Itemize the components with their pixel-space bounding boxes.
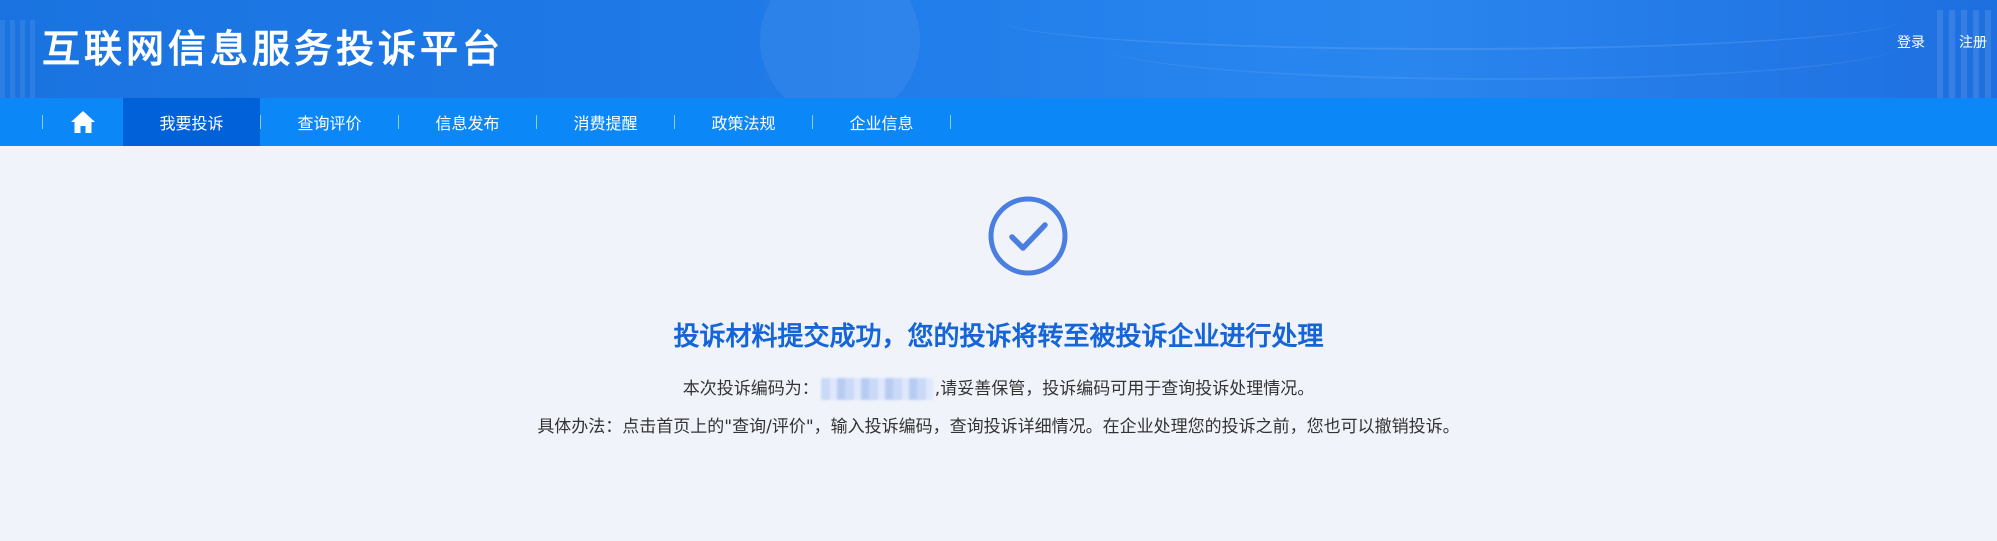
header-decoration [1100,10,1900,80]
nav-item-info-release[interactable]: 信息发布 [399,98,536,146]
nav-item-consumer-alert[interactable]: 消费提醒 [537,98,674,146]
login-link[interactable]: 登录 [1897,32,1925,52]
site-header: 互联网信息服务投诉平台 登录 注册 [0,0,1997,98]
header-decoration [760,0,920,98]
instructions-text: 具体办法：点击首页上的"查询/评价"，输入投诉编码，查询投诉详细情况。在企业处理… [537,417,1460,437]
complaint-code-redacted [820,378,933,400]
nav-item-complain[interactable]: 我要投诉 [123,98,260,146]
result-panel: 投诉材料提交成功，您的投诉将转至被投诉企业进行处理 本次投诉编码为： ,请妥善保管… [0,146,1997,541]
code-suffix: ,请妥善保管，投诉编码可用于查询投诉处理情况。 [934,379,1315,399]
nav-item-policy[interactable]: 政策法规 [675,98,812,146]
nav-divider [950,115,951,129]
code-prefix: 本次投诉编码为： [682,379,819,399]
check-circle-icon [988,196,1068,276]
home-icon [71,111,95,133]
main-nav: 我要投诉 查询评价 信息发布 消费提醒 政策法规 企业信息 [0,98,1997,146]
nav-item-company-info[interactable]: 企业信息 [813,98,950,146]
register-link[interactable]: 注册 [1959,32,1987,52]
success-message: 投诉材料提交成功，您的投诉将转至被投诉企业进行处理 [673,322,1324,352]
complaint-code-line: 本次投诉编码为： ,请妥善保管，投诉编码可用于查询投诉处理情况。 [0,374,1997,400]
site-title: 互联网信息服务投诉平台 [42,27,505,71]
building-decoration-right [1937,10,1997,98]
auth-links: 登录 注册 [1897,32,1987,52]
nav-item-query-rate[interactable]: 查询评价 [261,98,398,146]
building-decoration-left [0,20,40,98]
nav-home[interactable] [43,98,123,146]
